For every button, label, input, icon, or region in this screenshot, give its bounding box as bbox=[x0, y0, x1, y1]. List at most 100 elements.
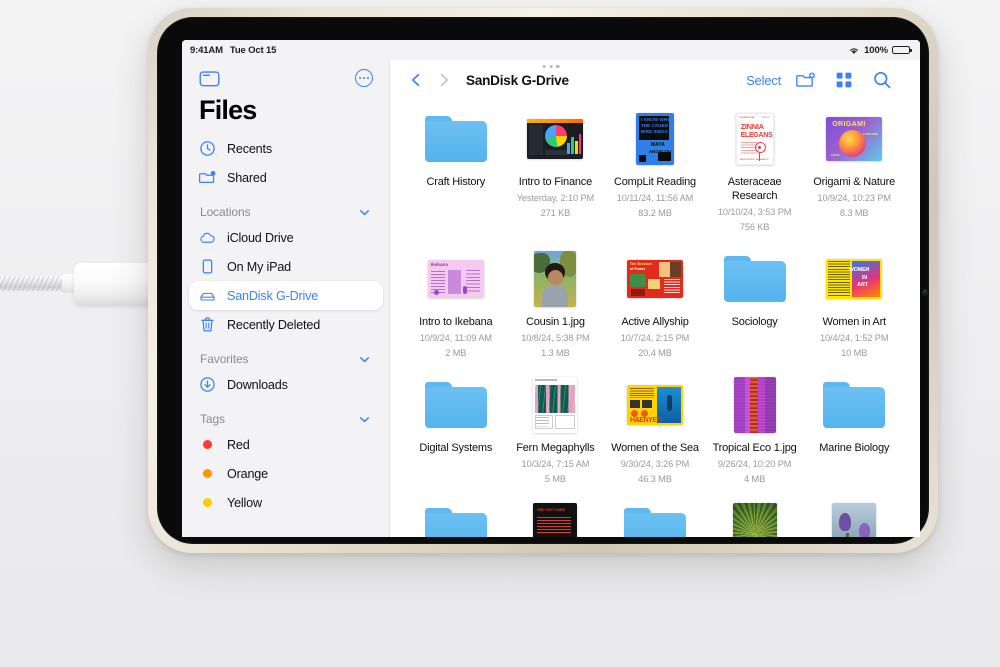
file-name: Tropical Eco 1.jpg bbox=[713, 442, 797, 456]
file-item[interactable]: ORIGAMI & NATURE FOLD Origami & Nature 1… bbox=[806, 108, 902, 234]
file-thumbnail: The Structure of Power bbox=[627, 260, 683, 298]
group-label: Tags bbox=[200, 412, 225, 426]
sidebar-item-icloud-drive[interactable]: iCloud Drive bbox=[189, 223, 383, 252]
files-app: Files Recents bbox=[182, 60, 920, 537]
back-button[interactable] bbox=[402, 70, 430, 90]
status-date: Tue Oct 15 bbox=[230, 45, 276, 56]
shared-folder-icon bbox=[199, 169, 216, 186]
battery-percent: 100% bbox=[864, 45, 888, 56]
cable-connector bbox=[74, 263, 154, 305]
file-thumbnail: I KNOW WHY THE CAGED BIRD SINGS MAYA ANG… bbox=[636, 113, 674, 165]
file-item[interactable]: Tropical Eco 1.jpg 9/26/24, 10:20 PM 4 M… bbox=[707, 374, 803, 486]
file-item[interactable] bbox=[607, 500, 703, 537]
file-item[interactable] bbox=[408, 500, 504, 537]
file-date: 9/26/24, 10:20 PM bbox=[718, 458, 791, 471]
file-size: 271 KB bbox=[541, 207, 571, 220]
file-size: 5 MB bbox=[545, 473, 566, 486]
file-date: 10/9/24, 10:23 PM bbox=[817, 192, 890, 205]
toolbar: SanDisk G-Drive Select bbox=[390, 60, 920, 100]
file-item[interactable]: The Structure of Power Active Allyship bbox=[607, 248, 703, 360]
file-date: Yesterday, 2:10 PM bbox=[517, 192, 594, 205]
sidebar-item-sandisk-g-drive[interactable]: SanDisk G-Drive bbox=[189, 281, 383, 310]
sidebar-group-favorites[interactable]: Favorites bbox=[182, 339, 390, 370]
sidebar-item-tag-orange[interactable]: Orange bbox=[189, 459, 383, 488]
sidebar-item-downloads[interactable]: Downloads bbox=[189, 370, 383, 399]
file-size: 10 MB bbox=[841, 347, 867, 360]
file-item[interactable]: Sociology bbox=[707, 248, 803, 360]
file-date: 10/3/24, 7:15 AM bbox=[521, 458, 589, 471]
sidebar-item-tag-yellow[interactable]: Yellow bbox=[189, 488, 383, 517]
view-grid-button[interactable] bbox=[825, 67, 863, 93]
file-date: 10/8/24, 5:38 PM bbox=[521, 332, 589, 345]
wifi-icon bbox=[848, 46, 860, 55]
new-folder-button[interactable] bbox=[787, 67, 825, 93]
sidebar-item-label: SanDisk G-Drive bbox=[227, 289, 318, 303]
file-name: Digital Systems bbox=[419, 442, 492, 456]
file-item[interactable] bbox=[806, 500, 902, 537]
chevron-left-icon bbox=[408, 72, 424, 88]
file-item[interactable]: HAENYEO Women of the Sea 9/30/24, 3:26 P… bbox=[607, 374, 703, 486]
chevron-down-icon[interactable] bbox=[359, 209, 370, 216]
sidebar-item-on-my-ipad[interactable]: On My iPad bbox=[189, 252, 383, 281]
file-name: Marine Biology bbox=[819, 442, 889, 456]
tag-dot-icon bbox=[199, 494, 216, 511]
file-item[interactable]: Fern Megaphylls 10/3/24, 7:15 AM 5 MB bbox=[508, 374, 604, 486]
cable-cord bbox=[0, 276, 68, 291]
file-thumbnail bbox=[527, 119, 583, 159]
file-item[interactable]: ASTERACEAE VOL 01 ZINNIA ELEGANS FIELD N… bbox=[707, 108, 803, 234]
sidebar-item-label: Yellow bbox=[227, 496, 262, 510]
file-name: Cousin 1.jpg bbox=[526, 316, 585, 330]
sidebar-group-tags[interactable]: Tags bbox=[182, 399, 390, 430]
file-item[interactable] bbox=[707, 500, 803, 537]
file-item[interactable]: Cousin 1.jpg 10/8/24, 5:38 PM 1.3 MB bbox=[508, 248, 604, 360]
sidebar-toggle-icon[interactable] bbox=[199, 70, 220, 87]
file-item[interactable]: Intro to Finance Yesterday, 2:10 PM 271 … bbox=[508, 108, 604, 234]
file-name: CompLit Reading bbox=[614, 176, 696, 190]
new-folder-icon bbox=[796, 70, 816, 90]
file-name: Women in Art bbox=[822, 316, 885, 330]
file-item[interactable]: WOMEN IN ART Women in Art 10/4/24, 1:52 … bbox=[806, 248, 902, 360]
sidebar-item-recents[interactable]: Recents bbox=[189, 134, 383, 163]
chevron-down-icon[interactable] bbox=[359, 356, 370, 363]
forward-button[interactable] bbox=[430, 70, 458, 90]
multitasking-dots-icon[interactable] bbox=[531, 60, 572, 73]
sidebar-item-tag-red[interactable]: Red bbox=[189, 430, 383, 459]
file-thumbnail: WOMEN IN ART bbox=[826, 259, 882, 299]
file-item[interactable]: Craft History bbox=[408, 108, 504, 234]
file-item[interactable]: Ikebana Intro to Ikebana 10/9/24, 11:09 … bbox=[408, 248, 504, 360]
select-button[interactable]: Select bbox=[740, 70, 787, 91]
file-name: Intro to Ikebana bbox=[419, 316, 492, 330]
ipad-device: 9:41AM Tue Oct 15 100% bbox=[148, 8, 938, 553]
sidebar-item-shared[interactable]: Shared bbox=[189, 163, 383, 192]
file-name: Origami & Nature bbox=[813, 176, 895, 190]
sidebar-group-locations[interactable]: Locations bbox=[182, 192, 390, 223]
sidebar-item-recently-deleted[interactable]: Recently Deleted bbox=[189, 310, 383, 339]
file-item[interactable]: RED TEXT LINES MIRANDA bbox=[508, 500, 604, 537]
sidebar-item-label: Recents bbox=[227, 142, 272, 156]
sidebar-header bbox=[182, 60, 390, 89]
file-item[interactable]: Digital Systems bbox=[408, 374, 504, 486]
sidebar-item-label: Downloads bbox=[227, 378, 288, 392]
search-button[interactable] bbox=[863, 67, 901, 93]
file-date: 10/7/24, 2:15 PM bbox=[621, 332, 689, 345]
file-date: 10/9/24, 11:09 AM bbox=[420, 332, 492, 345]
file-date: 10/10/24, 3:53 PM bbox=[718, 206, 791, 219]
file-item[interactable]: I KNOW WHY THE CAGED BIRD SINGS MAYA ANG… bbox=[607, 108, 703, 234]
file-thumbnail bbox=[734, 377, 776, 433]
more-ellipsis-circle-icon[interactable] bbox=[355, 69, 373, 87]
file-grid: Craft History bbox=[390, 100, 920, 537]
sidebar-item-label: Orange bbox=[227, 467, 268, 481]
content-pane: SanDisk G-Drive Select bbox=[390, 60, 920, 537]
file-date: 9/30/24, 3:26 PM bbox=[621, 458, 689, 471]
group-label: Favorites bbox=[200, 352, 248, 366]
file-thumbnail bbox=[534, 251, 576, 307]
tag-dot-icon bbox=[199, 465, 216, 482]
file-item[interactable]: Marine Biology bbox=[806, 374, 902, 486]
file-name: Asteraceae Research bbox=[707, 176, 803, 204]
sidebar-item-label: Red bbox=[227, 438, 250, 452]
file-thumbnail: Ikebana bbox=[428, 260, 484, 298]
file-thumbnail bbox=[832, 503, 876, 537]
file-thumbnail: ORIGAMI & NATURE FOLD bbox=[826, 117, 882, 161]
chevron-down-icon[interactable] bbox=[359, 416, 370, 423]
folder-icon bbox=[724, 256, 786, 302]
